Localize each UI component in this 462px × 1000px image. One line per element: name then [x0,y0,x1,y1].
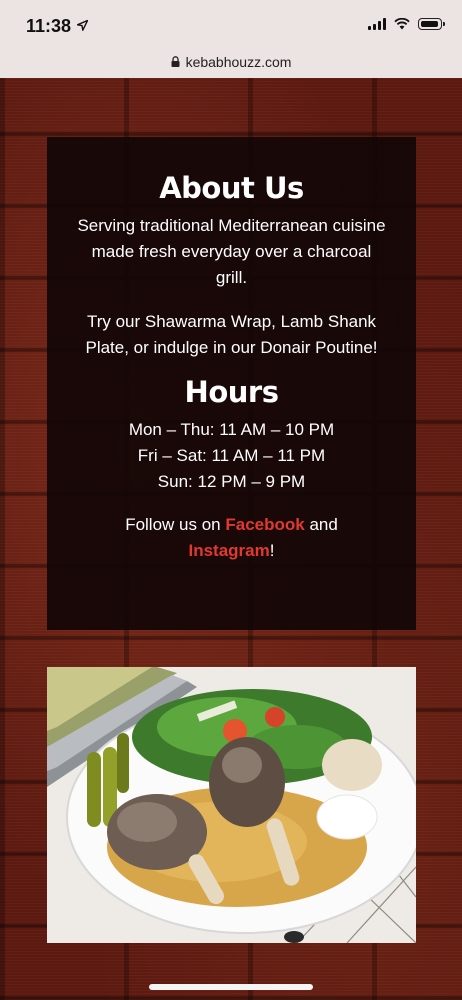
follow-suffix: ! [269,541,275,560]
location-arrow-icon [77,20,88,31]
facebook-link[interactable]: Facebook [225,515,304,534]
lock-icon [171,55,180,67]
address-bar[interactable]: kebabhouzz.com [0,46,462,78]
menu-highlights: Try our Shawarma Wrap, Lamb Shank Plate,… [85,312,378,357]
url-text: kebabhouzz.com [185,54,292,70]
follow-us-text: Follow us on Facebook and Instagram! [77,512,386,564]
hours-line-sun: Sun: 12 PM – 9 PM [157,472,306,491]
cellular-signal-icon [368,18,386,30]
wifi-icon [394,18,410,30]
instagram-link[interactable]: Instagram [189,541,270,560]
hours-title: Hours [184,375,279,409]
follow-middle: and [304,515,338,534]
about-title: About Us [159,171,304,205]
home-indicator[interactable] [149,984,313,990]
about-panel: About Us Serving traditional Mediterrane… [47,137,416,630]
lamb-shank-plate-photo [47,667,416,943]
battery-icon [418,18,445,30]
status-time: 11:38 [26,16,72,36]
hours-line-mon-thu: Mon – Thu: 11 AM – 10 PM [128,420,335,439]
follow-prefix: Follow us on [125,515,226,534]
hours-line-fri-sat: Fri – Sat: 11 AM – 11 PM [137,446,326,465]
status-bar: 11:38 [0,0,462,46]
hours-list: Mon – Thu: 11 AM – 10 PM Fri – Sat: 11 A… [47,417,416,495]
about-description: Serving traditional Mediterranean cuisin… [77,216,386,287]
